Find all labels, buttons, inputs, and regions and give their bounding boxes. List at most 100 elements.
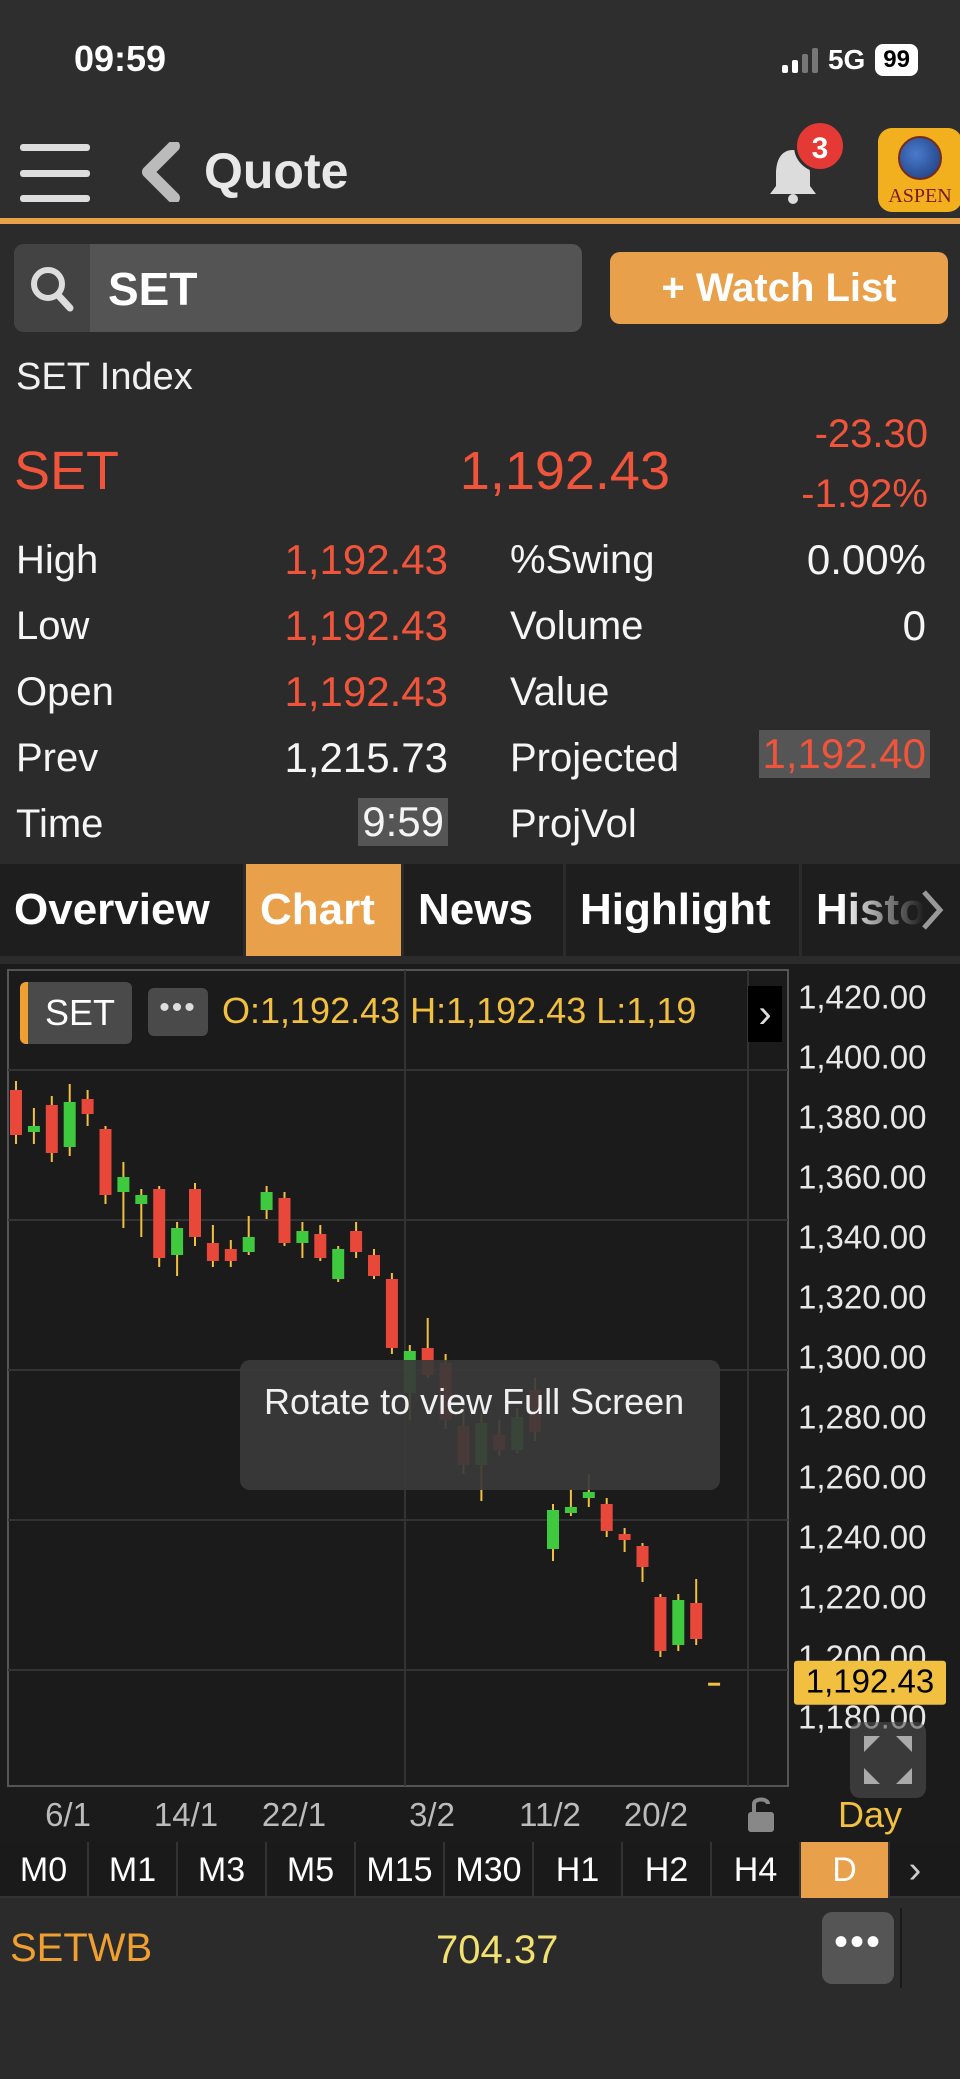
price-chart[interactable]: 1,420.00 1,400.00 1,380.00 1,360.00 1,340.00… — [0, 964, 960, 1842]
timeframe-h1[interactable]: H1 — [534, 1842, 623, 1898]
candle-body — [654, 1597, 667, 1651]
candle — [672, 1594, 685, 1651]
candle-body — [582, 1492, 595, 1498]
lock-open-icon[interactable] — [746, 1794, 776, 1834]
candle-body — [135, 1195, 148, 1204]
price-change: -23.30 — [814, 412, 928, 456]
candle — [45, 1096, 58, 1162]
signal-icon — [781, 47, 818, 73]
candle-body — [63, 1102, 76, 1147]
timeframe-d[interactable]: D — [801, 1842, 890, 1898]
y-tick-label: 1,420.00 — [798, 979, 926, 1016]
tab-overview[interactable]: Overview — [0, 864, 246, 956]
aspen-logo[interactable]: ASPEN — [878, 128, 960, 212]
candle — [117, 1162, 130, 1228]
y-tick-label: 1,300.00 — [798, 1339, 926, 1376]
candle-body — [547, 1510, 559, 1549]
candle-body — [242, 1237, 255, 1252]
x-tick-label: 20/2 — [624, 1796, 688, 1833]
fullscreen-button[interactable] — [850, 1722, 926, 1798]
chevron-left-icon[interactable] — [136, 142, 186, 202]
stat-value-time: 9:59 — [358, 798, 448, 846]
network-type: 5G — [827, 44, 866, 75]
candle — [206, 1225, 219, 1267]
stat-value-high: 1,192.43 — [284, 536, 449, 583]
notification-badge: 3 — [794, 120, 846, 172]
tab-news[interactable]: News — [404, 864, 566, 956]
related-symbol-row[interactable]: SETWB 704.37 ••• — [0, 1898, 960, 1998]
timeframe-m5[interactable]: M5 — [267, 1842, 356, 1898]
candle-body — [600, 1504, 613, 1531]
candle-body — [27, 1126, 40, 1132]
timeframe-m1[interactable]: M1 — [89, 1842, 178, 1898]
quote-symbol: SET — [14, 441, 120, 501]
more-options-button[interactable]: ••• — [822, 1912, 894, 1984]
stat-label-low: Low — [16, 604, 90, 648]
candle — [600, 1498, 613, 1537]
status-indicators: 5G 99 — [781, 44, 918, 76]
candle — [63, 1084, 76, 1156]
candle — [278, 1192, 291, 1246]
candle — [654, 1594, 667, 1657]
candle — [547, 1504, 559, 1561]
tabs-scroll-right[interactable] — [840, 864, 960, 956]
stat-label-projected: Projected — [510, 736, 679, 780]
candle-body — [171, 1228, 184, 1255]
stat-value-swing: 0.00% — [806, 536, 926, 583]
status-time: 09:59 — [74, 38, 167, 79]
search-button[interactable] — [14, 244, 90, 332]
chevron-right-icon — [922, 890, 944, 930]
hamburger-menu-icon[interactable] — [20, 144, 90, 202]
rotate-hint-tooltip: Rotate to view Full Screen — [240, 1360, 720, 1490]
timeframe-m15[interactable]: M15 — [356, 1842, 445, 1898]
candle — [636, 1543, 649, 1582]
add-watchlist-button[interactable]: + Watch List — [610, 252, 948, 324]
tab-chart[interactable]: Chart — [246, 864, 404, 956]
timeframe-h2[interactable]: H2 — [623, 1842, 712, 1898]
search-input[interactable]: SET — [108, 262, 197, 316]
ohlc-expand-button[interactable]: › — [748, 986, 782, 1042]
symbol-search-box[interactable]: SET — [14, 244, 582, 332]
expand-icon — [864, 1736, 912, 1784]
timeframe-h4[interactable]: H4 — [712, 1842, 801, 1898]
timeframe-m30[interactable]: M30 — [445, 1842, 534, 1898]
related-symbol[interactable]: SETWB — [10, 1926, 152, 1971]
logo-text: ASPEN — [888, 185, 952, 207]
y-tick-label: 1,380.00 — [798, 1099, 926, 1136]
stat-value-prev: 1,215.73 — [284, 734, 449, 781]
candle — [27, 1108, 40, 1144]
current-price-label: 1,192.43 — [806, 1662, 934, 1699]
candle-body — [10, 1090, 22, 1135]
chart-options-button[interactable]: ••• — [148, 988, 208, 1036]
y-tick-label: 1,240.00 — [798, 1519, 926, 1556]
timeframe-scroll-right-icon[interactable]: › — [890, 1842, 940, 1898]
candle — [242, 1216, 255, 1255]
candle — [153, 1186, 166, 1267]
last-price: 1,192.43 — [459, 441, 670, 501]
chart-period-label: Day — [838, 1794, 903, 1835]
candle-body — [278, 1198, 291, 1243]
candle — [564, 1489, 577, 1516]
candle-body — [81, 1099, 94, 1114]
candle-body — [618, 1534, 631, 1540]
candle-body — [636, 1546, 649, 1567]
candle — [135, 1189, 148, 1237]
timeframe-m0[interactable]: M0 — [0, 1842, 89, 1898]
globe-icon — [898, 136, 942, 180]
timeframe-m3[interactable]: M3 — [178, 1842, 267, 1898]
candle — [708, 1682, 721, 1686]
stat-label-open: Open — [16, 670, 114, 714]
ohlc-readout: O:1,192.43 H:1,192.43 L:1,19 — [222, 990, 697, 1031]
tab-highlight[interactable]: Highlight — [566, 864, 802, 956]
candle-body — [206, 1243, 219, 1261]
x-tick-label: 22/1 — [262, 1796, 326, 1833]
chart-symbol-chip[interactable]: SET — [20, 982, 132, 1044]
stat-value-open: 1,192.43 — [284, 668, 449, 715]
search-icon — [31, 267, 74, 312]
candle-body — [224, 1249, 237, 1261]
candle-body — [332, 1249, 345, 1279]
y-tick-label: 1,340.00 — [798, 1219, 926, 1256]
candle-body — [260, 1192, 273, 1210]
x-tick-label: 14/1 — [154, 1796, 218, 1833]
candle-body — [314, 1234, 327, 1258]
